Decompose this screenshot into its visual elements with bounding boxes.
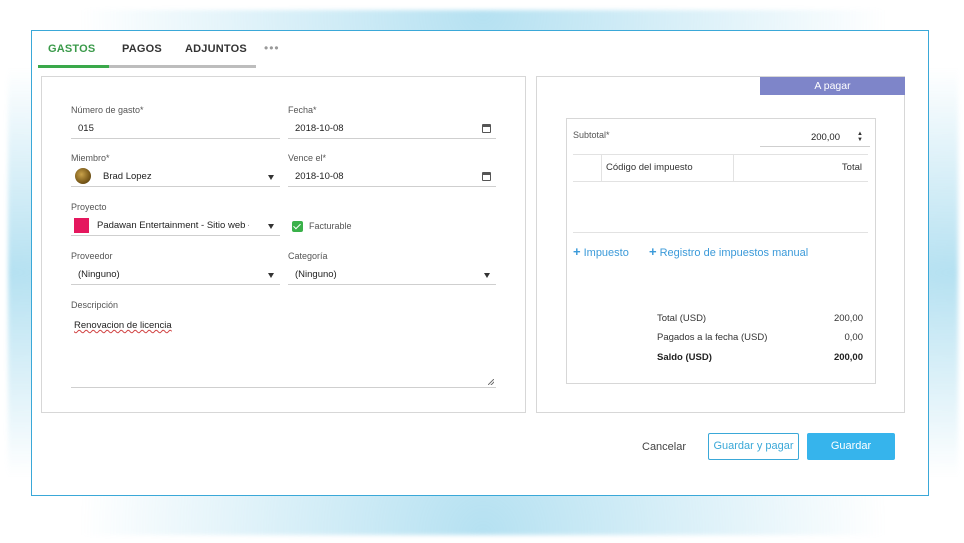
date-label: Fecha* <box>288 105 317 115</box>
subtotal-input[interactable]: 200,00 ▲ ▼ <box>760 127 870 147</box>
balance-row: Saldo (USD) 200,00 <box>657 352 863 363</box>
subtotal-value: 200,00 <box>810 132 840 143</box>
category-field: Categoría (Ninguno) <box>288 251 496 285</box>
paid-to-date-row: Pagados a la fecha (USD) 0,00 <box>657 332 863 343</box>
column-divider <box>733 155 734 181</box>
description-label: Descripción <box>71 300 119 310</box>
date-field: Fecha* 2018-10-08 <box>288 105 496 139</box>
tax-table-divider <box>573 232 868 233</box>
total-row: Total (USD) 200,00 <box>657 313 863 324</box>
tab-bar: GASTOS PAGOS ADJUNTOS ••• <box>38 31 280 69</box>
avatar <box>75 168 91 185</box>
category-select[interactable]: (Ninguno) <box>288 265 496 285</box>
tax-total-column-header: Total <box>841 162 862 173</box>
due-date-field: Vence el* 2018-10-08 <box>288 153 496 187</box>
supplier-label: Proveedor <box>71 251 113 261</box>
subtotal-label: Subtotal* <box>573 130 610 140</box>
manual-tax-button[interactable]: + Registro de impuestos manual <box>649 244 808 259</box>
payment-summary-panel: A pagar Subtotal* 200,00 ▲ ▼ Código del i… <box>536 76 905 413</box>
member-select[interactable]: Brad Lopez <box>71 167 280 187</box>
member-label: Miembro* <box>71 153 110 163</box>
resize-handle-icon[interactable] <box>488 379 494 385</box>
expense-dialog: GASTOS PAGOS ADJUNTOS ••• Número de gast… <box>31 30 929 496</box>
expense-form-panel: Número de gasto* 015 Fecha* 2018-10-08 M… <box>41 76 526 413</box>
calendar-icon[interactable] <box>482 124 491 133</box>
category-label: Categoría <box>288 251 328 261</box>
tax-code-column-header: Código del impuesto <box>606 162 693 173</box>
description-field: Descripción Renovacion de licencia <box>71 300 496 388</box>
chevron-down-icon <box>268 175 274 180</box>
expense-number-field: Número de gasto* 015 <box>71 105 280 139</box>
due-date-value: 2018-10-08 <box>295 171 344 182</box>
due-date-input[interactable]: 2018-10-08 <box>288 167 496 187</box>
stepper-arrows-icon[interactable]: ▲ ▼ <box>857 131 863 143</box>
paid-to-date-value: 0,00 <box>844 332 864 343</box>
balance-value: 200,00 <box>833 352 863 363</box>
paid-to-date-label: Pagados a la fecha (USD) <box>657 332 768 343</box>
save-and-pay-button[interactable]: Guardar y pagar <box>708 433 799 460</box>
chevron-down-icon <box>268 273 274 278</box>
tax-table-header: Código del impuesto Total <box>573 154 868 182</box>
date-input[interactable]: 2018-10-08 <box>288 119 496 139</box>
due-date-label: Vence el* <box>288 153 327 163</box>
cancel-button[interactable]: Cancelar <box>642 441 686 453</box>
more-tabs-icon[interactable]: ••• <box>264 31 280 69</box>
billable-label: Facturable <box>309 221 352 231</box>
save-button[interactable]: Guardar <box>807 433 895 460</box>
supplier-select[interactable]: (Ninguno) <box>71 265 280 285</box>
checkbox-checked-icon[interactable] <box>292 221 303 233</box>
chevron-down-icon <box>268 224 274 229</box>
to-pay-header: A pagar <box>760 77 905 95</box>
balance-label: Saldo (USD) <box>657 352 712 363</box>
calendar-icon[interactable] <box>482 172 491 181</box>
supplier-value: (Ninguno) <box>78 269 120 280</box>
project-value: Padawan Entertainment - Sitio web - Co <box>97 220 249 231</box>
add-tax-button[interactable]: + Impuesto <box>573 244 629 259</box>
project-label: Proyecto <box>71 202 107 212</box>
summary-box: Subtotal* 200,00 ▲ ▼ Código del impuesto … <box>566 118 876 384</box>
member-field: Miembro* Brad Lopez <box>71 153 280 187</box>
plus-icon: + <box>573 244 581 259</box>
project-field: Proyecto Padawan Entertainment - Sitio w… <box>71 202 280 236</box>
manual-tax-label: Registro de impuestos manual <box>659 247 809 259</box>
tab-pagos[interactable]: PAGOS <box>109 31 175 68</box>
project-color-swatch <box>74 218 89 233</box>
expense-number-input[interactable]: 015 <box>71 119 280 139</box>
supplier-field: Proveedor (Ninguno) <box>71 251 280 285</box>
description-textarea[interactable]: Renovacion de licencia <box>71 315 496 388</box>
chevron-down-icon <box>484 273 490 278</box>
tax-table-select-column <box>573 155 602 181</box>
total-label: Total (USD) <box>657 313 707 324</box>
description-value: Renovacion de licencia <box>74 320 172 331</box>
expense-number-label: Número de gasto* <box>71 105 144 115</box>
category-value: (Ninguno) <box>295 269 337 280</box>
project-select[interactable]: Padawan Entertainment - Sitio web - Co <box>71 216 280 236</box>
tab-gastos[interactable]: GASTOS <box>38 31 109 68</box>
total-value: 200,00 <box>833 313 863 324</box>
plus-icon: + <box>649 244 657 259</box>
billable-checkbox[interactable]: Facturable <box>292 219 352 233</box>
member-value: Brad Lopez <box>103 171 152 182</box>
tab-adjuntos[interactable]: ADJUNTOS <box>175 31 256 68</box>
add-tax-label: Impuesto <box>583 247 629 259</box>
date-value: 2018-10-08 <box>295 123 344 134</box>
